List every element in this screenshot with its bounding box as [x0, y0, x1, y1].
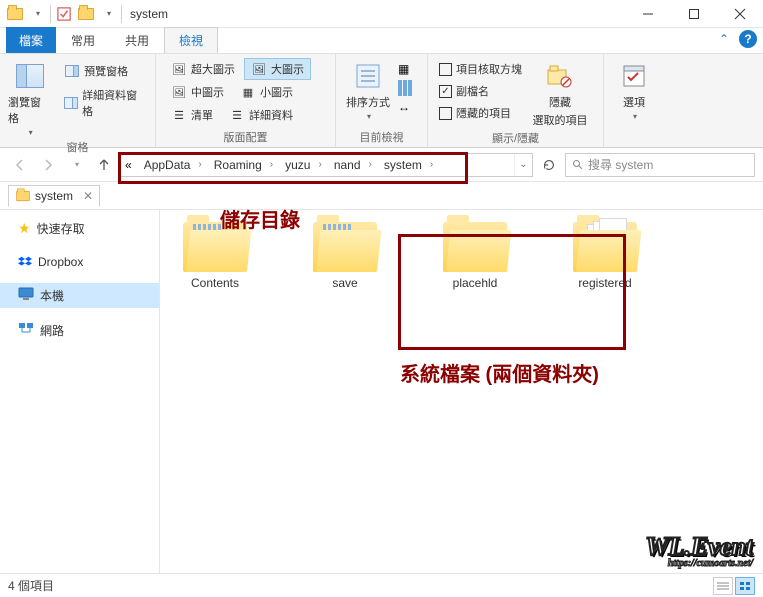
- folder-tab-label: system: [35, 189, 73, 203]
- back-button[interactable]: [8, 153, 32, 177]
- chevron-icon[interactable]: ›: [194, 159, 205, 170]
- sidebar-this-pc[interactable]: 本機: [0, 283, 159, 308]
- nav-pane-label: 瀏覽窗格: [8, 94, 51, 126]
- qat-folder-icon[interactable]: [75, 3, 97, 25]
- qat-dropdown[interactable]: ▾: [26, 3, 48, 25]
- preview-pane-button[interactable]: 預覽窗格: [57, 60, 147, 82]
- properties-icon[interactable]: [53, 3, 75, 25]
- title-bar: ▾ ▾ system: [0, 0, 763, 28]
- folder-icon: [183, 222, 247, 272]
- up-button[interactable]: [92, 153, 116, 177]
- chevron-icon[interactable]: ›: [266, 159, 277, 170]
- folder-placehld[interactable]: placehld: [430, 222, 520, 290]
- address-bar-row: ▾ « AppData› Roaming› yuzu› nand› system…: [0, 148, 763, 182]
- tab-home[interactable]: 常用: [56, 27, 110, 53]
- qat-overflow[interactable]: ▾: [97, 3, 119, 25]
- quick-access-toolbar: ▾ ▾: [4, 3, 124, 25]
- search-icon: [572, 159, 584, 171]
- network-icon: [18, 322, 34, 339]
- hide-selected-button[interactable]: 隱藏 選取的項目: [531, 58, 589, 128]
- folder-tab-system[interactable]: system ✕: [8, 185, 100, 207]
- folder-icon: [573, 222, 637, 272]
- navigation-pane-button[interactable]: 瀏覽窗格 ▾: [8, 58, 51, 137]
- sidebar-network[interactable]: 網路: [0, 318, 159, 343]
- folder-registered[interactable]: registered: [560, 222, 650, 290]
- overflow-chevron-icon[interactable]: «: [121, 158, 136, 172]
- folder-label: Contents: [191, 276, 239, 290]
- sidebar-quick-access[interactable]: ★快速存取: [0, 216, 159, 241]
- ribbon-tabs: 檔案 常用 共用 檢視 ⌃ ?: [0, 28, 763, 54]
- tab-share[interactable]: 共用: [110, 27, 164, 53]
- crumb-appdata[interactable]: AppData: [136, 158, 195, 172]
- layout-large[interactable]: 🖼大圖示: [244, 58, 311, 80]
- search-input[interactable]: 搜尋 system: [565, 153, 755, 177]
- window-title: system: [130, 7, 168, 21]
- tab-view[interactable]: 檢視: [164, 27, 218, 53]
- folder-label: registered: [578, 276, 631, 290]
- folder-label: placehld: [453, 276, 498, 290]
- folder-label: save: [332, 276, 357, 290]
- details-pane-button[interactable]: 詳細資料窗格: [57, 84, 147, 122]
- large-icons-view-button[interactable]: [735, 577, 755, 595]
- group-layout-label: 版面配置: [164, 127, 327, 145]
- dropbox-icon: [18, 255, 32, 269]
- recent-dropdown[interactable]: ▾: [64, 153, 88, 177]
- layout-details[interactable]: ☰詳細資料: [222, 104, 300, 126]
- close-tab-icon[interactable]: ✕: [83, 189, 93, 203]
- file-ext-toggle[interactable]: ✓副檔名: [436, 82, 525, 100]
- folder-icon: [16, 190, 30, 200]
- star-icon: ★: [18, 220, 31, 237]
- collapse-ribbon-icon[interactable]: ⌃: [719, 32, 729, 46]
- tab-file[interactable]: 檔案: [6, 27, 56, 53]
- sidebar-dropbox[interactable]: Dropbox: [0, 251, 159, 273]
- folder-icon: [313, 222, 377, 272]
- item-checkboxes-toggle[interactable]: 項目核取方塊: [436, 60, 525, 78]
- layout-extra-large[interactable]: 🖼超大圖示: [164, 58, 242, 80]
- main-area: ★快速存取 Dropbox 本機 網路 Contents save: [0, 210, 763, 574]
- options-button[interactable]: 選項 ▾: [612, 58, 656, 121]
- folder-tab-strip: system ✕: [0, 182, 763, 210]
- refresh-button[interactable]: [537, 153, 561, 177]
- layout-small[interactable]: ▦小圖示: [233, 81, 300, 103]
- crumb-roaming[interactable]: Roaming: [206, 158, 266, 172]
- group-by-icon[interactable]: ▦: [398, 62, 412, 76]
- chevron-icon[interactable]: ›: [365, 159, 376, 170]
- hidden-items-toggle[interactable]: 隱藏的項目: [436, 104, 525, 122]
- crumb-system[interactable]: system: [376, 158, 426, 172]
- status-bar: 4 個項目: [0, 573, 763, 597]
- monitor-icon: [18, 287, 34, 304]
- chevron-icon[interactable]: ›: [426, 159, 437, 170]
- crumb-yuzu[interactable]: yuzu: [277, 158, 314, 172]
- ribbon: 瀏覽窗格 ▾ 預覽窗格 詳細資料窗格 窗格 🖼超大圖示 🖼大圖示: [0, 54, 763, 148]
- item-count: 4 個項目: [8, 577, 54, 594]
- layout-medium[interactable]: 🖼中圖示: [164, 81, 231, 103]
- group-showhide-label: 顯示/隱藏: [436, 128, 595, 146]
- sort-by-button[interactable]: 排序方式 ▾: [344, 58, 392, 121]
- group-view-label: 目前檢視: [344, 127, 419, 145]
- chevron-icon[interactable]: ›: [314, 159, 325, 170]
- folder-save[interactable]: save: [300, 222, 390, 290]
- file-view[interactable]: Contents save placehld registered: [160, 210, 763, 574]
- navigation-sidebar: ★快速存取 Dropbox 本機 網路: [0, 210, 160, 574]
- forward-button[interactable]: [36, 153, 60, 177]
- details-view-button[interactable]: [713, 577, 733, 595]
- address-bar[interactable]: « AppData› Roaming› yuzu› nand› system› …: [120, 153, 533, 177]
- maximize-button[interactable]: [671, 0, 717, 28]
- size-columns-icon[interactable]: ↔: [398, 100, 412, 114]
- add-columns-icon[interactable]: [398, 80, 412, 96]
- search-placeholder: 搜尋 system: [588, 156, 653, 173]
- qat-divider: [50, 5, 51, 23]
- close-button[interactable]: [717, 0, 763, 28]
- layout-list[interactable]: ☰清單: [164, 104, 220, 126]
- watermark: WL.Event https://cumoarts.net/: [645, 532, 753, 569]
- address-dropdown[interactable]: ⌄: [514, 154, 532, 176]
- app-folder-icon: [4, 3, 26, 25]
- help-icon[interactable]: ?: [739, 30, 757, 48]
- qat-divider2: [121, 5, 122, 23]
- folder-contents[interactable]: Contents: [170, 222, 260, 290]
- minimize-button[interactable]: [625, 0, 671, 28]
- folder-icon: [443, 222, 507, 272]
- crumb-nand[interactable]: nand: [326, 158, 365, 172]
- watermark-title: WL.Event: [645, 532, 753, 561]
